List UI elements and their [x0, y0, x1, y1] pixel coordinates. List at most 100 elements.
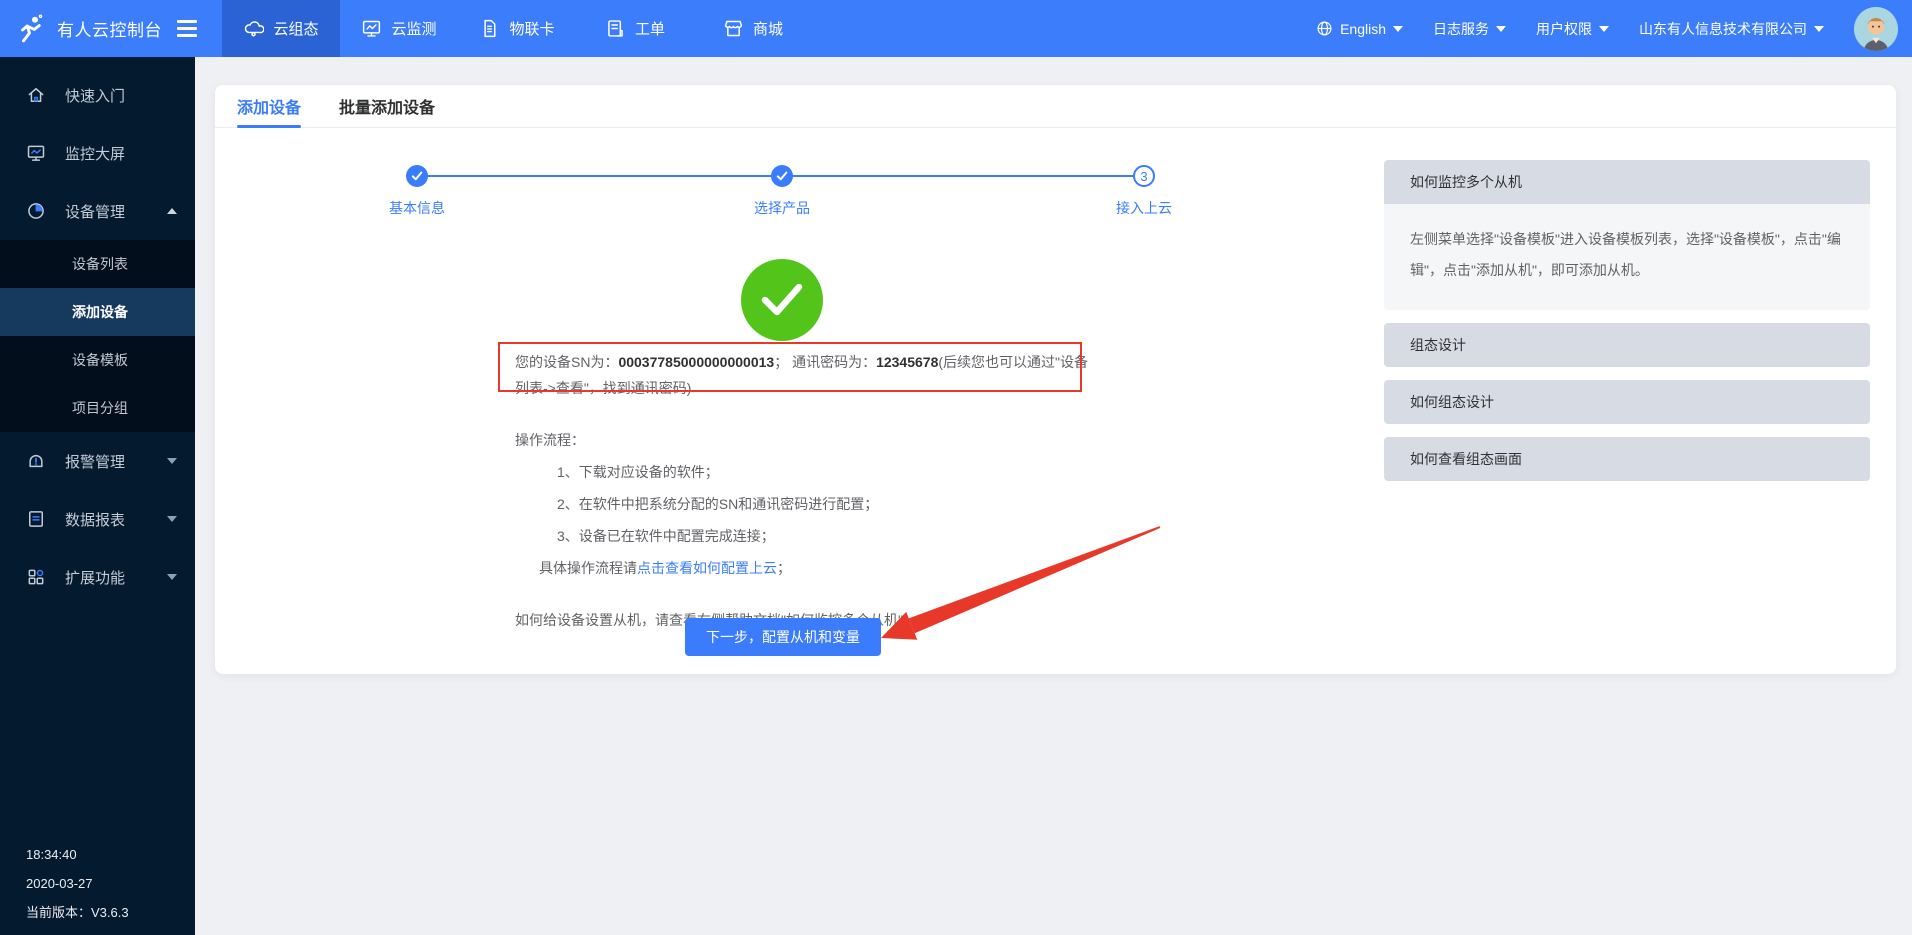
sidebar-item-label: 数据报表 — [65, 509, 148, 530]
company-account-menu[interactable]: 山东有人信息技术有限公司 — [1639, 19, 1824, 39]
help-item-view-scada-screen: 如何查看组态画面 — [1384, 437, 1870, 481]
help-item-monitor-slaves: 如何监控多个从机 左侧菜单选择"设备模板"进入设备模板列表，选择"设备模板"，点… — [1384, 160, 1870, 310]
chevron-down-icon — [167, 458, 177, 464]
help-item-title[interactable]: 组态设计 — [1384, 323, 1870, 367]
flow-step: 1、下载对应设备的软件； — [557, 459, 1135, 485]
sidebar-item-monitor-screen[interactable]: 监控大屏 — [0, 124, 195, 182]
globe-icon — [1316, 20, 1333, 37]
nav-tab-cloud-scada[interactable]: 云组态 — [222, 0, 340, 57]
chevron-down-icon — [1599, 26, 1609, 32]
menu-label: 日志服务 — [1433, 19, 1489, 39]
step-basic-info: 基本信息 — [389, 165, 445, 218]
nav-tab-cloud-monitor[interactable]: 云监测 — [340, 0, 458, 57]
operation-flow: 操作流程： 1、下载对应设备的软件； 2、在软件中把系统分配的SN和通讯密码进行… — [515, 427, 1135, 633]
flow-step: 3、设备已在软件中配置完成连接； — [557, 523, 1135, 549]
step-select-product: 选择产品 — [754, 165, 810, 218]
help-item-body: 左侧菜单选择"设备模板"进入设备模板列表，选择"设备模板"，点击"编辑"，点击"… — [1384, 204, 1870, 310]
nav-tab-label: 商城 — [753, 18, 783, 39]
step-label: 接入上云 — [1116, 198, 1172, 218]
navbar-right: English 日志服务 用户权限 山东有人信息技术有限公司 — [1316, 0, 1912, 57]
comm-password-value: 12345678 — [876, 354, 938, 370]
sidebar-item-quick-start[interactable]: 快速入门 — [0, 66, 195, 124]
sidebar-item-alarm-management[interactable]: 报警管理 — [0, 432, 195, 490]
device-management-submenu: 设备列表 添加设备 设备模板 项目分组 — [0, 240, 195, 432]
nav-tab-label: 工单 — [635, 18, 665, 39]
help-panel: 如何监控多个从机 左侧菜单选择"设备模板"进入设备模板列表，选择"设备模板"，点… — [1384, 160, 1870, 481]
sidebar-item-device-list[interactable]: 设备列表 — [0, 240, 195, 288]
sidebar-footer: 18:34:40 2020-03-27 当前版本：V3.6.3 — [26, 840, 129, 927]
sidebar-item-project-group[interactable]: 项目分组 — [0, 384, 195, 432]
sidebar-item-device-management[interactable]: 设备管理 — [0, 182, 195, 240]
chevron-down-icon — [1393, 26, 1403, 32]
usr-running-man-logo-icon — [16, 14, 46, 44]
nav-tab-label: 云监测 — [391, 18, 436, 39]
sidebar-item-data-report[interactable]: 数据报表 — [0, 490, 195, 548]
sim-card-icon — [479, 18, 500, 39]
tab-add-device[interactable]: 添加设备 — [237, 85, 301, 127]
help-item-title[interactable]: 如何查看组态画面 — [1384, 437, 1870, 481]
clock-time: 18:34:40 — [26, 840, 129, 869]
menu-label: 用户权限 — [1536, 19, 1592, 39]
next-step-button[interactable]: 下一步，配置从机和变量 — [685, 618, 881, 656]
chevron-down-icon — [167, 516, 177, 522]
step-label: 基本信息 — [389, 198, 445, 218]
chevron-down-icon — [1496, 26, 1506, 32]
avatar[interactable] — [1854, 7, 1898, 51]
flow-detail: 具体操作流程请点击查看如何配置上云； — [539, 555, 1135, 581]
chevron-down-icon — [1814, 26, 1824, 32]
sidebar-item-label: 设备管理 — [65, 201, 148, 222]
device-pie-icon — [26, 201, 46, 221]
log-service-menu[interactable]: 日志服务 — [1433, 19, 1506, 39]
flow-title: 操作流程： — [515, 427, 1135, 453]
top-navbar: 有人云控制台 云组态 云监测 — [0, 0, 1912, 57]
home-icon — [26, 85, 46, 105]
main-content: 添加设备 批量添加设备 基本信息 选择产品 3 接入上云 — [195, 57, 1912, 935]
extensions-grid-icon — [26, 567, 46, 587]
nav-tab-work-order[interactable]: 工单 — [576, 0, 694, 57]
nav-tab-mall[interactable]: 商城 — [694, 0, 812, 57]
help-item-how-to-scada-design: 如何组态设计 — [1384, 380, 1870, 424]
config-cloud-help-link[interactable]: 点击查看如何配置上云 — [637, 560, 777, 576]
sidebar-subitem-label: 设备列表 — [72, 254, 128, 274]
step-check-icon — [771, 165, 793, 187]
help-item-title[interactable]: 如何监控多个从机 — [1384, 160, 1870, 204]
nav-tabs: 云组态 云监测 物联卡 — [222, 0, 812, 57]
chevron-down-icon — [167, 574, 177, 580]
sidebar-item-label: 报警管理 — [65, 451, 148, 472]
device-sn-value: 00037785000000000013 — [618, 354, 774, 370]
version-line: 当前版本：V3.6.3 — [26, 898, 129, 927]
sidebar-subitem-label: 设备模板 — [72, 350, 128, 370]
brand-logo[interactable]: 有人云控制台 — [0, 0, 222, 57]
language-label: English — [1340, 21, 1386, 37]
add-device-card: 添加设备 批量添加设备 基本信息 选择产品 3 接入上云 — [215, 85, 1896, 674]
help-item-title[interactable]: 如何组态设计 — [1384, 380, 1870, 424]
cloud-icon — [243, 18, 264, 39]
tab-label: 添加设备 — [237, 94, 301, 118]
sidebar-subitem-label: 添加设备 — [72, 302, 128, 322]
sidebar-item-extensions[interactable]: 扩展功能 — [0, 548, 195, 606]
sidebar-item-device-template[interactable]: 设备模板 — [0, 336, 195, 384]
storefront-icon — [723, 18, 744, 39]
step-label: 选择产品 — [754, 198, 810, 218]
menu-label: 山东有人信息技术有限公司 — [1639, 19, 1807, 39]
language-menu[interactable]: English — [1316, 20, 1403, 37]
page-tabs: 添加设备 批量添加设备 — [215, 85, 1896, 128]
step-check-icon — [406, 165, 428, 187]
step-number: 3 — [1133, 165, 1155, 187]
user-permission-menu[interactable]: 用户权限 — [1536, 19, 1609, 39]
nav-tab-label: 云组态 — [273, 18, 318, 39]
monitor-chart-icon — [361, 18, 382, 39]
menu-toggle-icon[interactable] — [177, 20, 197, 37]
nav-tab-iot-sim[interactable]: 物联卡 — [458, 0, 576, 57]
device-sn-info: 您的设备SN为：00037785000000000013； 通讯密码为：1234… — [515, 349, 1093, 401]
sidebar-item-label: 快速入门 — [65, 85, 177, 106]
sidebar-item-label: 扩展功能 — [65, 567, 148, 588]
tab-batch-add-device[interactable]: 批量添加设备 — [339, 85, 435, 127]
sidebar-item-add-device[interactable]: 添加设备 — [0, 288, 195, 336]
work-order-icon — [605, 18, 626, 39]
nav-tab-label: 物联卡 — [509, 18, 554, 39]
success-check-icon — [741, 259, 823, 341]
app-title: 有人云控制台 — [57, 16, 162, 41]
sidebar: 快速入门 监控大屏 设备管理 设备列表 添加设备 设备模板 — [0, 57, 195, 935]
chevron-up-icon — [167, 208, 177, 214]
